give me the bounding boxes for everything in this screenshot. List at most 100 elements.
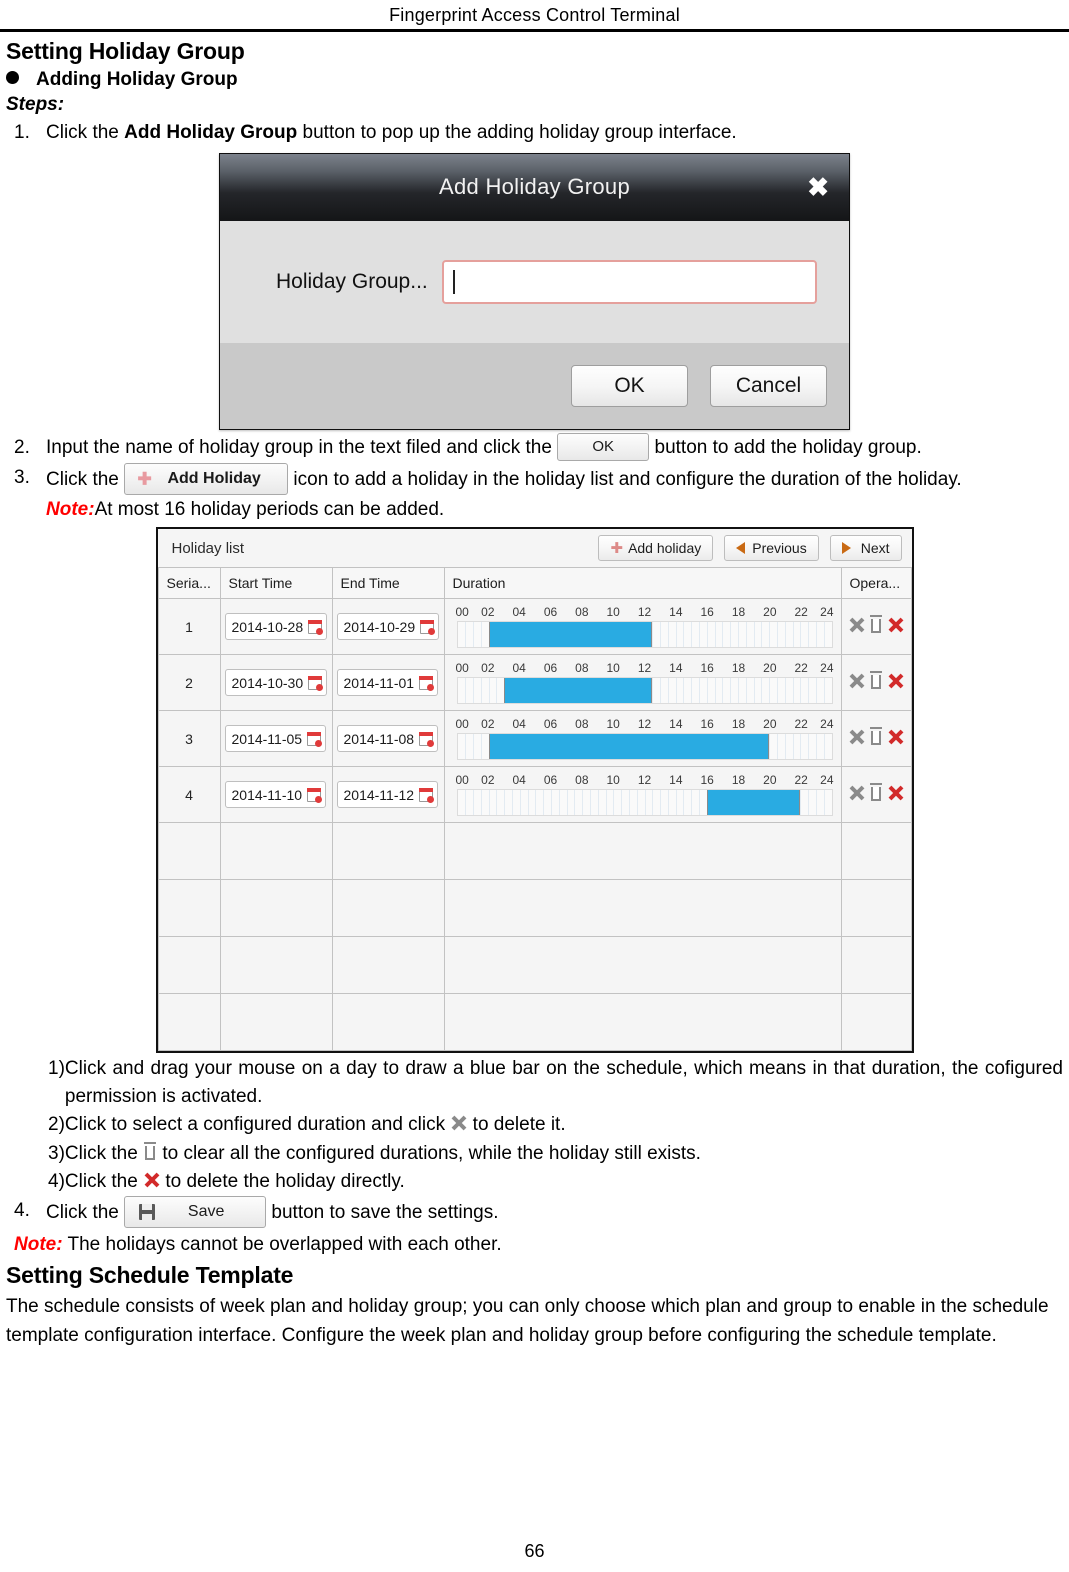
calendar-icon[interactable] [307, 787, 323, 803]
clear-duration-icon[interactable] [848, 784, 865, 801]
clear-duration-icon[interactable] [848, 672, 865, 689]
calendar-icon[interactable] [419, 675, 435, 691]
duration-cell[interactable]: 00 02 04 06 08 10 12 14 16 18 20 22 24 [443, 710, 842, 768]
tick-label: 24 [820, 604, 834, 619]
trash-icon[interactable] [869, 615, 883, 634]
duration-bar[interactable] [706, 789, 801, 815]
add-holiday-button[interactable]: ✚ Add holiday [598, 535, 714, 562]
duration-track[interactable] [456, 788, 833, 816]
close-icon[interactable]: ✖ [807, 174, 829, 200]
start-time-cell: 2014-10-30 [219, 654, 333, 712]
duration-track[interactable] [456, 620, 833, 648]
empty-cell [840, 822, 912, 881]
tick-label: 10 [606, 604, 620, 619]
delete-holiday-icon[interactable] [887, 616, 904, 633]
delete-holiday-icon[interactable] [887, 784, 904, 801]
duration-track[interactable] [456, 732, 833, 760]
dialog-ok-button[interactable]: OK [571, 364, 688, 407]
tick-label: 02 [481, 772, 495, 787]
empty-cell [219, 822, 333, 881]
inline-ok-button[interactable]: OK [557, 432, 650, 461]
tick-label: 18 [731, 660, 746, 675]
tick-label: 08 [575, 716, 589, 731]
calendar-icon[interactable] [419, 731, 435, 747]
duration-bar[interactable] [488, 733, 770, 759]
end-time-picker[interactable]: 2014-11-12 [336, 781, 439, 809]
note-text: At most 16 holiday periods can be added. [94, 498, 445, 520]
duration-cell[interactable]: 00 02 04 06 08 10 12 14 16 18 20 22 24 [443, 598, 842, 656]
step-2-pre: Input the name of holiday group in the t… [46, 436, 558, 458]
clear-duration-icon[interactable] [450, 1115, 467, 1132]
text-caret [453, 269, 455, 294]
end-time-value: 2014-10-29 [343, 618, 416, 635]
table-header-row: Seria... Start Time End Time Duration Opera.… [157, 567, 912, 600]
delete-holiday-icon[interactable] [887, 672, 904, 689]
duration-cell[interactable]: 00 02 04 06 08 10 12 14 16 18 20 22 24 [443, 654, 842, 712]
holiday-group-name-label: Holiday Group... [276, 269, 428, 293]
table-row[interactable] [157, 993, 912, 1052]
running-head: Fingerprint Access Control Terminal [389, 5, 680, 25]
tick-label: 14 [669, 604, 683, 619]
start-time-picker[interactable]: 2014-11-05 [224, 725, 327, 753]
calendar-icon[interactable] [308, 619, 324, 635]
start-time-picker[interactable]: 2014-10-30 [224, 669, 328, 697]
calendar-icon[interactable] [419, 787, 435, 803]
trash-icon[interactable] [869, 727, 883, 746]
trash-icon[interactable] [869, 671, 883, 690]
table-row[interactable]: 3 2014-11-05 2014-11-08 00 02 04 06 08 10 12 14 16 1… [157, 710, 912, 768]
tick-label: 16 [700, 604, 714, 619]
table-row[interactable] [157, 936, 912, 995]
dialog-cancel-button[interactable]: Cancel [710, 364, 827, 407]
step-1-text: Click the Add Holiday Group button to po… [46, 119, 1063, 147]
delete-holiday-icon[interactable] [143, 1172, 160, 1189]
bullet-dot-icon [6, 71, 19, 84]
tick-label: 00 [455, 716, 469, 731]
tick-label: 08 [575, 772, 589, 787]
duration-tick-labels: 00 02 04 06 08 10 12 14 16 18 20 22 24 [455, 772, 833, 789]
calendar-icon[interactable] [308, 675, 324, 691]
table-row[interactable]: 4 2014-11-10 2014-11-12 00 02 04 06 08 10 12 14 16 1… [157, 766, 912, 824]
trash-icon[interactable] [143, 1142, 157, 1161]
empty-cell [331, 993, 445, 1052]
tick-label: 06 [543, 604, 558, 619]
table-row[interactable] [157, 879, 912, 938]
end-time-picker[interactable]: 2014-11-01 [336, 669, 439, 697]
column-header-4: Opera... [840, 567, 912, 600]
duration-bar[interactable] [504, 677, 653, 703]
tick-label: 24 [820, 716, 834, 731]
empty-cell [443, 993, 842, 1052]
inline-add-holiday-label: Add Holiday [167, 469, 261, 487]
holiday-group-name-input[interactable] [442, 259, 817, 304]
calendar-icon[interactable] [307, 731, 323, 747]
inline-save-button[interactable]: Save [124, 1195, 267, 1228]
trash-icon[interactable] [869, 783, 883, 802]
holiday-list-panel: Holiday list ✚ Add holiday Previous Next [155, 527, 914, 1054]
next-button[interactable]: Next [829, 535, 902, 562]
table-row[interactable]: 2 2014-10-30 2014-11-01 00 02 04 06 08 10 12 14 16 1… [157, 654, 912, 712]
delete-holiday-icon[interactable] [887, 728, 904, 745]
tick-label: 18 [731, 716, 746, 731]
calendar-icon[interactable] [420, 619, 436, 635]
empty-cell [443, 879, 842, 938]
clear-duration-icon[interactable] [848, 728, 865, 745]
tick-label: 22 [794, 660, 808, 675]
end-time-picker[interactable]: 2014-11-08 [336, 725, 439, 753]
clear-duration-icon[interactable] [848, 616, 865, 633]
start-time-picker[interactable]: 2014-11-10 [224, 781, 327, 809]
duration-bar[interactable] [488, 621, 653, 647]
tick-label: 02 [481, 604, 495, 619]
start-time-picker[interactable]: 2014-10-28 [224, 613, 328, 641]
end-time-picker[interactable]: 2014-10-29 [336, 613, 440, 641]
substep-2: 2) Click to select a configured duration … [6, 1111, 1063, 1139]
previous-button[interactable]: Previous [724, 535, 819, 562]
empty-cell [157, 936, 221, 995]
start-time-value: 2014-10-28 [231, 618, 304, 635]
duration-cell[interactable]: 00 02 04 06 08 10 12 14 16 18 20 22 24 [443, 766, 842, 824]
inline-add-holiday-button[interactable]: ✚ Add Holiday [124, 462, 289, 495]
final-note-text: The holidays cannot be overlapped with e… [62, 1233, 502, 1255]
triangle-left-icon [736, 542, 746, 555]
schedule-template-title: Setting Schedule Template [6, 1262, 294, 1289]
duration-track[interactable] [456, 676, 833, 704]
table-row[interactable] [157, 822, 912, 881]
table-row[interactable]: 1 2014-10-28 2014-10-29 00 02 04 06 08 10 12 14 16 1… [157, 598, 912, 656]
